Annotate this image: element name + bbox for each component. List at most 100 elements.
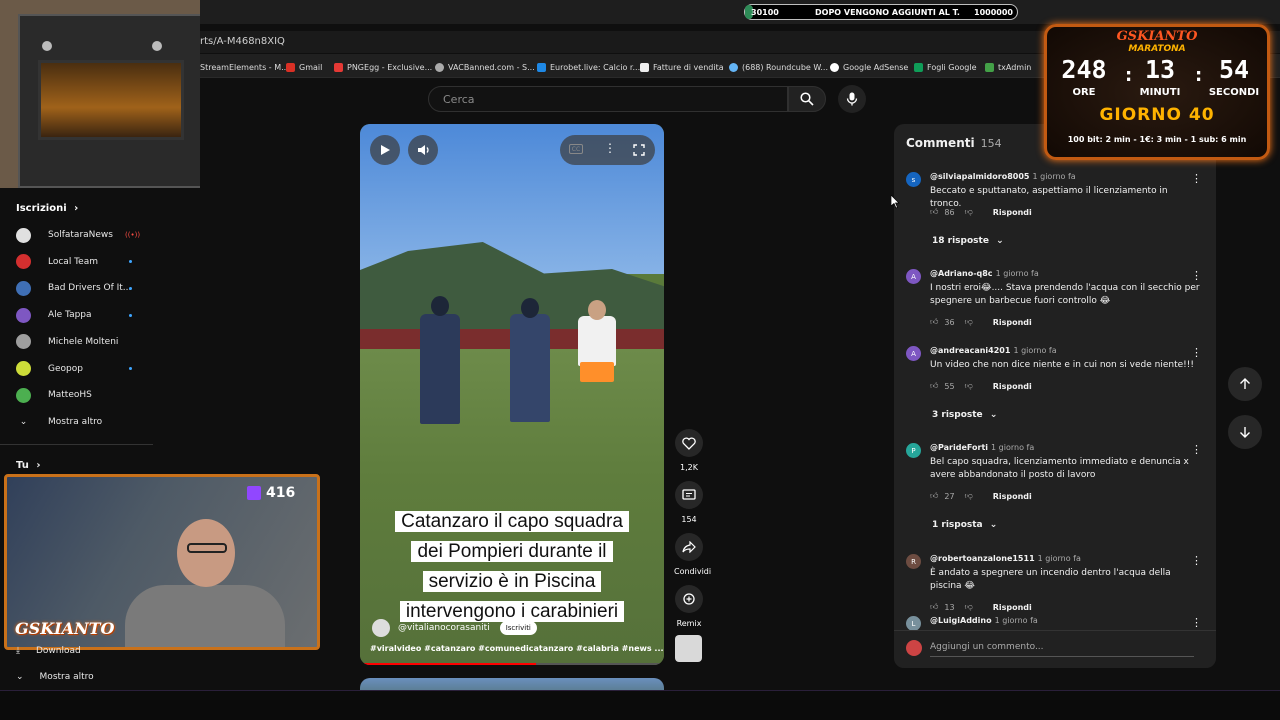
bookmark-item[interactable]: (688) Roundcube W... bbox=[729, 60, 828, 74]
sound-thumbnail[interactable] bbox=[675, 635, 702, 662]
volume-icon bbox=[417, 145, 429, 155]
bookmark-item[interactable]: PNGEgg - Exclusive... bbox=[334, 60, 432, 74]
comment-avatar[interactable]: L bbox=[906, 616, 921, 631]
more-vertical-icon[interactable]: ⋮ bbox=[1191, 554, 1202, 567]
comment-author[interactable]: @silviapalmidoro8005 bbox=[930, 172, 1029, 181]
sidebar-item-subscription[interactable]: Geopop bbox=[16, 359, 146, 379]
short-video-player[interactable]: CC ⋮ Catanzaro il capo squadra dei Pompi… bbox=[360, 124, 664, 665]
fullscreen-icon[interactable] bbox=[633, 144, 645, 156]
thumbs-up-icon[interactable]: 👍︎ bbox=[930, 491, 938, 501]
thumbs-up-icon[interactable]: 👍︎ bbox=[930, 317, 938, 327]
sidebar-item-subscription[interactable]: MatteoHS bbox=[16, 385, 146, 405]
caption-line: servizio è in Piscina bbox=[422, 571, 602, 592]
play-button[interactable] bbox=[370, 135, 400, 165]
reply-button[interactable]: Rispondi bbox=[993, 382, 1032, 391]
channel-name[interactable]: @vitalianocorasaniti bbox=[398, 623, 490, 633]
comment-avatar[interactable]: R bbox=[906, 554, 921, 569]
bookmark-item[interactable]: Fatture di vendita bbox=[640, 60, 724, 74]
share-button[interactable] bbox=[675, 533, 703, 561]
goal-text: DOPO VENGONO AGGIUNTI AL T. bbox=[815, 7, 960, 17]
thumbs-down-icon[interactable]: 👎︎ bbox=[965, 317, 973, 327]
sidebar-download[interactable]: ⤓ Download bbox=[16, 646, 81, 656]
comment-avatar[interactable]: A bbox=[906, 269, 921, 284]
timer-rules: 100 bit: 2 min - 1€: 3 min - 1 sub: 6 mi… bbox=[1067, 135, 1247, 144]
comment-author[interactable]: @LuigiAddino bbox=[930, 616, 992, 625]
video-progress-bar[interactable] bbox=[360, 663, 664, 665]
like-button[interactable] bbox=[675, 429, 703, 457]
reply-button[interactable]: Rispondi bbox=[993, 208, 1032, 217]
search-input[interactable]: Cerca bbox=[428, 86, 788, 112]
search-button[interactable] bbox=[788, 86, 826, 112]
comment-header: @ParideForti 1 giorno fa bbox=[930, 443, 1034, 452]
more-vertical-icon[interactable]: ⋮ bbox=[1191, 443, 1202, 456]
thumbs-down-icon[interactable]: 👎︎ bbox=[965, 602, 973, 612]
thumbs-down-icon[interactable]: 👎︎ bbox=[965, 491, 973, 501]
more-vertical-icon[interactable]: ⋮ bbox=[604, 141, 616, 155]
comment-avatar[interactable]: P bbox=[906, 443, 921, 458]
comment-author[interactable]: @ParideForti bbox=[930, 443, 988, 452]
new-content-dot bbox=[129, 260, 132, 264]
comments-button[interactable] bbox=[675, 481, 703, 509]
more-vertical-icon[interactable]: ⋮ bbox=[1191, 346, 1202, 359]
caption-line: dei Pompieri durante il bbox=[411, 541, 613, 562]
video-hashtags[interactable]: #viralvideo #catanzaro #comunedicatanzar… bbox=[370, 644, 664, 653]
arrow-down-icon bbox=[1240, 427, 1250, 438]
replies-toggle[interactable]: 18 risposte ⌄ bbox=[932, 236, 1004, 246]
replies-toggle[interactable]: 3 risposte ⌄ bbox=[932, 410, 997, 420]
sidebar-item-subscription[interactable]: Bad Drivers Of It... bbox=[16, 278, 146, 298]
remix-action[interactable]: Remix bbox=[674, 585, 704, 628]
channel-avatar[interactable] bbox=[372, 619, 390, 637]
like-action[interactable]: 1,2K bbox=[674, 429, 704, 472]
bookmark-item[interactable]: txAdmin bbox=[985, 60, 1031, 74]
channel-info: @vitalianocorasaniti Iscriviti bbox=[372, 619, 537, 637]
more-vertical-icon[interactable]: ⋮ bbox=[1191, 172, 1202, 185]
comments-action[interactable]: 154 bbox=[674, 481, 704, 524]
bookmark-item[interactable]: StreamElements - M... bbox=[200, 60, 289, 74]
subscribe-button[interactable]: Iscriviti bbox=[499, 621, 537, 635]
comment-actions: 👍︎ 27 👎︎ Rispondi bbox=[930, 491, 1032, 501]
reply-button[interactable]: Rispondi bbox=[993, 492, 1032, 501]
add-comment-input[interactable]: Aggiungi un commento... bbox=[930, 642, 1194, 657]
sidebar-item-subscription[interactable]: SolfataraNews ((•)) bbox=[16, 225, 146, 245]
sidebar-show-more-2[interactable]: ⌄ Mostra altro bbox=[16, 672, 94, 682]
bookmark-item[interactable]: Google AdSense bbox=[830, 60, 908, 74]
firefighter-shorts bbox=[580, 362, 614, 382]
more-vertical-icon[interactable]: ⋮ bbox=[1191, 616, 1202, 629]
bookmark-item[interactable]: Gmail bbox=[286, 60, 322, 74]
comment-author[interactable]: @robertoanzalone1511 bbox=[930, 554, 1035, 563]
timer-subtitle: MARATONA bbox=[1128, 44, 1186, 54]
bookmark-item[interactable]: Eurobet.live: Calcio r... bbox=[537, 60, 640, 74]
sidebar-item-subscription[interactable]: Local Team bbox=[16, 252, 146, 272]
bookmark-item[interactable]: VACBanned.com - S... bbox=[435, 60, 535, 74]
viewer-count: 416 bbox=[247, 485, 295, 501]
volume-button[interactable] bbox=[408, 135, 438, 165]
sidebar-item-subscription[interactable]: Ale Tappa bbox=[16, 305, 146, 325]
thumbs-up-icon[interactable]: 👍︎ bbox=[930, 207, 938, 217]
thumbs-up-icon[interactable]: 👍︎ bbox=[930, 602, 938, 612]
remix-button[interactable] bbox=[675, 585, 703, 613]
chevron-down-icon: ⌄ bbox=[19, 417, 28, 427]
thumbs-up-icon[interactable]: 👍︎ bbox=[930, 381, 938, 391]
comment-author[interactable]: @andreacani4201 bbox=[930, 346, 1010, 355]
roundcube-icon bbox=[729, 62, 738, 72]
comment-author[interactable]: @Adriano-q8c bbox=[930, 269, 993, 278]
comment-avatar[interactable]: A bbox=[906, 346, 921, 361]
channel-avatar bbox=[16, 307, 31, 323]
more-vertical-icon[interactable]: ⋮ bbox=[1191, 269, 1202, 282]
sidebar-item-subscription[interactable]: Michele Molteni bbox=[16, 332, 146, 352]
reply-button[interactable]: Rispondi bbox=[993, 603, 1032, 612]
replies-toggle[interactable]: 1 risposta ⌄ bbox=[932, 520, 997, 530]
voice-search-button[interactable] bbox=[838, 85, 866, 113]
share-action[interactable]: Condividi bbox=[674, 533, 711, 576]
next-short-button[interactable] bbox=[1228, 415, 1262, 449]
thumbs-down-icon[interactable]: 👎︎ bbox=[965, 381, 973, 391]
comment-avatar[interactable]: s bbox=[906, 172, 921, 187]
subscriptions-heading[interactable]: Iscrizioni › bbox=[16, 203, 78, 214]
thumbs-down-icon[interactable]: 👎︎ bbox=[965, 207, 973, 217]
captions-icon[interactable]: CC bbox=[569, 144, 583, 154]
bookmark-item[interactable]: Fogli Google bbox=[914, 60, 977, 74]
sidebar-show-more[interactable]: ⌄ Mostra altro bbox=[16, 412, 146, 432]
previous-short-button[interactable] bbox=[1228, 367, 1262, 401]
you-heading[interactable]: Tu › bbox=[16, 460, 40, 471]
reply-button[interactable]: Rispondi bbox=[993, 318, 1032, 327]
